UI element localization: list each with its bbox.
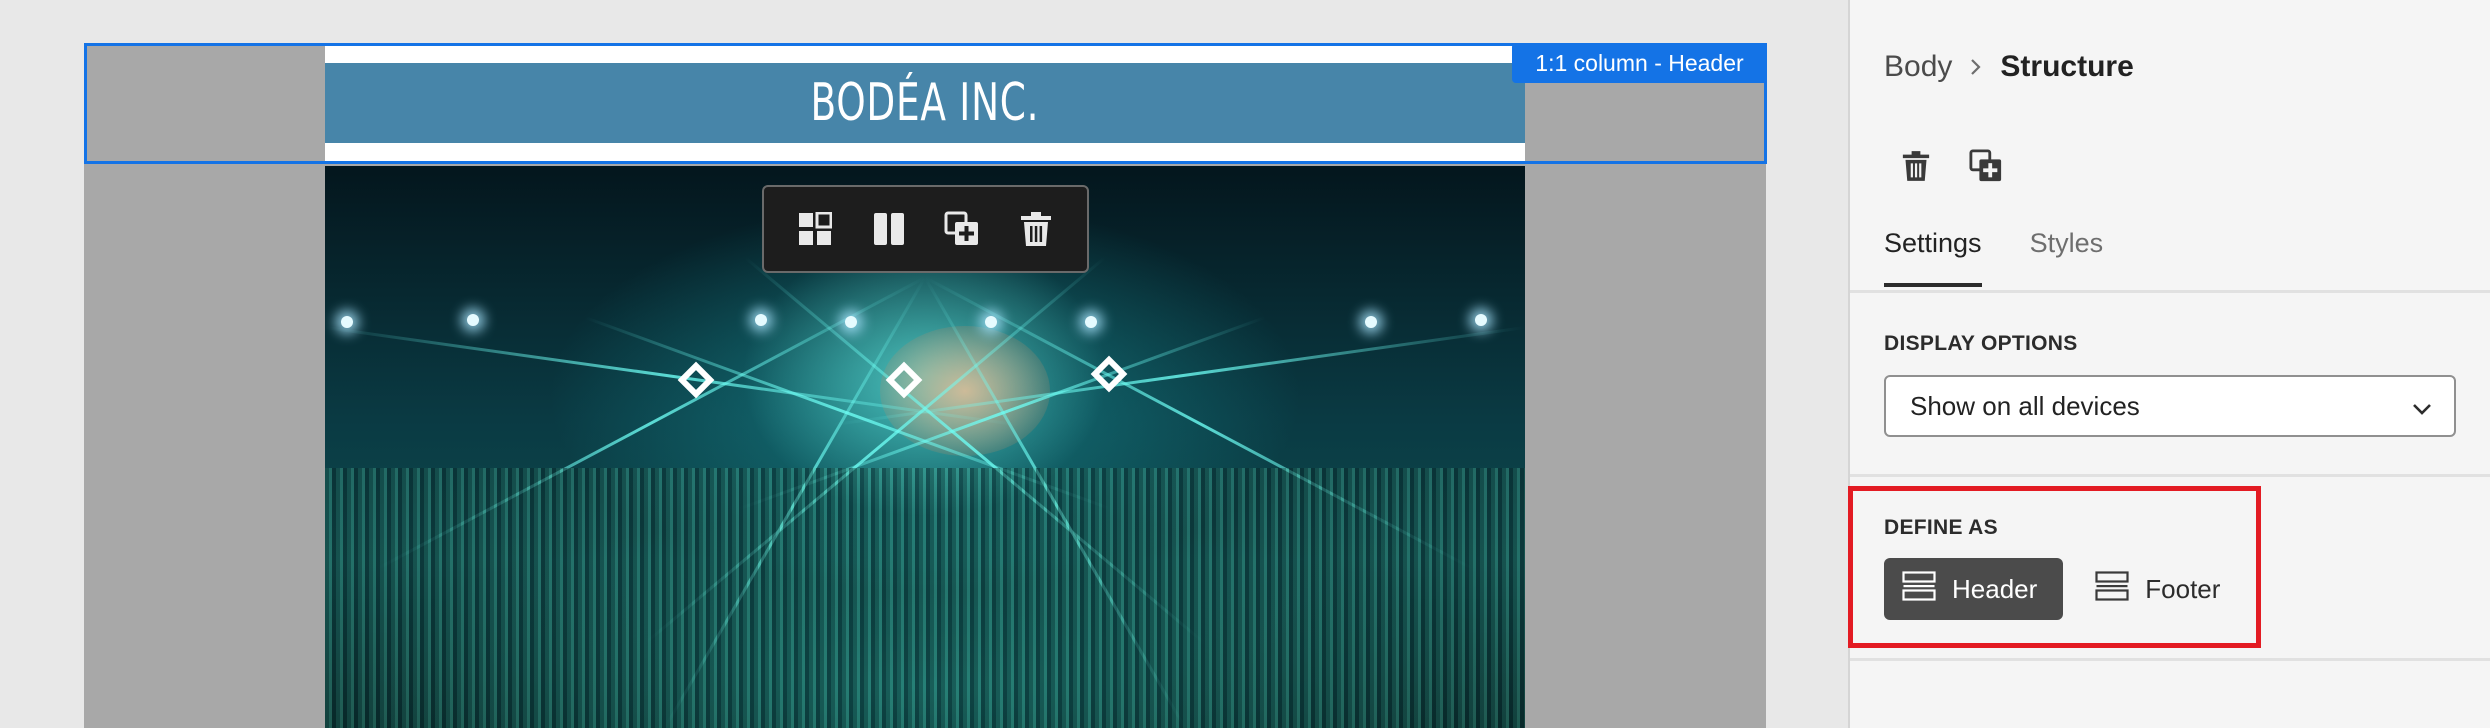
trash-icon[interactable]	[1896, 146, 1936, 186]
trash-icon[interactable]	[1011, 204, 1061, 254]
stage-light	[467, 314, 479, 326]
chevron-down-icon	[2412, 391, 2432, 422]
breadcrumb: Body Structure	[1884, 50, 2134, 84]
tab-settings[interactable]: Settings	[1884, 228, 1982, 287]
display-options-dropdown[interactable]: Show on all devices	[1884, 375, 2456, 437]
duplicate-icon[interactable]	[937, 204, 987, 254]
stage-light	[985, 316, 997, 328]
columns-icon[interactable]	[864, 204, 914, 254]
panel-tabs: Settings Styles	[1884, 228, 2103, 287]
stage-light	[341, 316, 353, 328]
tabs-divider	[1850, 290, 2490, 293]
component-toolbar	[762, 185, 1089, 273]
tab-styles[interactable]: Styles	[2030, 228, 2104, 287]
duplicate-icon[interactable]	[1966, 146, 2006, 186]
stage-light	[1085, 316, 1097, 328]
section-divider	[1850, 474, 2490, 477]
stage-light	[1365, 316, 1377, 328]
stage-light	[845, 316, 857, 328]
crowd	[325, 468, 1525, 728]
section-divider	[1850, 658, 2490, 661]
define-as-highlight	[1848, 486, 2261, 648]
email-canvas: BODÉA INC. 1:1 column - Header	[0, 0, 1848, 728]
breadcrumb-current: Structure	[2000, 50, 2134, 83]
stage-light	[755, 314, 767, 326]
stage-light	[1475, 314, 1487, 326]
grid-icon[interactable]	[790, 204, 840, 254]
breadcrumb-parent[interactable]: Body	[1884, 50, 1952, 84]
chevron-right-icon	[1970, 58, 1982, 76]
panel-actions	[1896, 146, 2006, 186]
selection-tag: 1:1 column - Header	[1512, 43, 1767, 83]
display-options-label: DISPLAY OPTIONS	[1884, 332, 2078, 355]
display-options-value: Show on all devices	[1910, 390, 2140, 421]
